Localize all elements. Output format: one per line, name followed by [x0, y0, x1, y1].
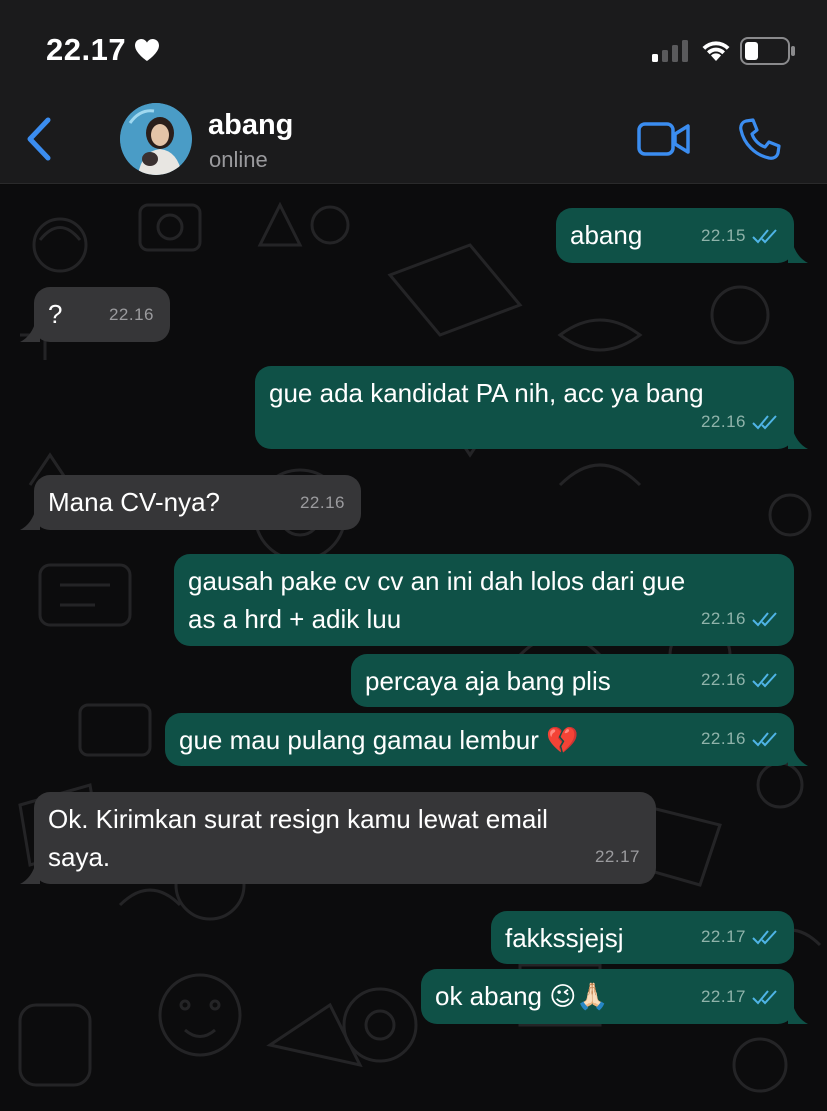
message-time: 22.16	[299, 493, 345, 512]
video-call-icon[interactable]	[636, 119, 692, 159]
outgoing-message-bubble[interactable]: gausah pake cv cv an ini dah lolos dari …	[174, 554, 794, 646]
bubble-tail	[788, 427, 808, 449]
bubble-tail	[788, 241, 808, 263]
double-check-icon	[752, 732, 777, 747]
contact-name[interactable]: abang	[208, 109, 293, 142]
status-time: 22.17	[46, 32, 127, 67]
avatar[interactable]	[120, 103, 192, 175]
bubble-tail	[20, 320, 40, 342]
avatar-image	[120, 103, 192, 175]
message-time: 22.16	[700, 609, 746, 628]
bubble-tail	[788, 1002, 808, 1024]
message-time: 22.17	[700, 987, 746, 1006]
message-time: 22.16	[700, 670, 746, 689]
double-check-icon	[752, 612, 777, 627]
message-meta: 22.17	[595, 838, 640, 876]
message-meta: 22.16	[109, 296, 154, 334]
double-check-icon	[752, 930, 777, 945]
message-meta: 22.16	[701, 720, 778, 758]
bubble-tail	[20, 508, 40, 530]
incoming-message-bubble[interactable]: Mana CV-nya? 22.16	[20, 475, 361, 530]
signal-strength-icon	[652, 40, 688, 62]
outgoing-message-bubble[interactable]: fakkssjejsj 22.17	[491, 911, 794, 964]
double-check-icon	[752, 415, 777, 430]
message-text: gausah pake cv cv an ini dah lolos dari …	[188, 566, 686, 634]
message-text: gue mau pulang gamau lembur 💔	[179, 725, 579, 755]
double-check-icon	[752, 673, 777, 688]
incoming-message-bubble[interactable]: ? 22.16	[20, 287, 170, 342]
battery-icon	[740, 37, 795, 65]
outgoing-message-bubble[interactable]: gue mau pulang gamau lembur 💔 22.16	[165, 713, 808, 766]
message-meta: 22.16	[300, 484, 345, 522]
back-icon[interactable]	[24, 117, 54, 161]
message-time: 22.15	[700, 226, 746, 245]
bubble-tail	[788, 744, 808, 766]
message-meta: 22.16	[701, 661, 778, 699]
message-meta: 22.15	[701, 217, 778, 255]
message-meta: 22.17	[701, 978, 778, 1016]
message-time: 22.16	[700, 729, 746, 748]
double-check-icon	[752, 229, 777, 244]
chat-area[interactable]: abang 22.15 ? 22.16 gue ada kandidat PA nih,…	[0, 185, 827, 1111]
message-time: 22.16	[108, 305, 154, 324]
double-check-icon	[752, 990, 777, 1005]
outgoing-message-bubble[interactable]: percaya aja bang plis 22.16	[351, 654, 794, 707]
outgoing-message-bubble[interactable]: gue ada kandidat PA nih, acc ya bang 22.1…	[255, 366, 808, 449]
contact-status: online	[209, 147, 268, 172]
message-time: 22.17	[594, 847, 640, 866]
outgoing-message-bubble[interactable]: abang 22.15	[556, 208, 808, 263]
message-meta: 22.16	[701, 600, 778, 638]
status-bar: 22.17	[0, 0, 827, 95]
message-time: 22.17	[700, 927, 746, 946]
phone-icon[interactable]	[738, 117, 782, 161]
message-time: 22.16	[700, 412, 746, 431]
heart-icon	[135, 39, 159, 61]
bubble-tail	[20, 862, 40, 884]
message-text: Ok. Kirimkan surat resign kamu lewat ema…	[48, 804, 548, 872]
message-meta: 22.16	[701, 403, 778, 441]
incoming-message-bubble[interactable]: Ok. Kirimkan surat resign kamu lewat ema…	[20, 792, 656, 884]
wifi-icon	[702, 41, 730, 61]
message-meta: 22.17	[701, 918, 778, 956]
chat-header: abang online	[0, 95, 827, 184]
outgoing-message-bubble[interactable]: ok abang 😉🙏🏻 22.17	[421, 969, 808, 1024]
